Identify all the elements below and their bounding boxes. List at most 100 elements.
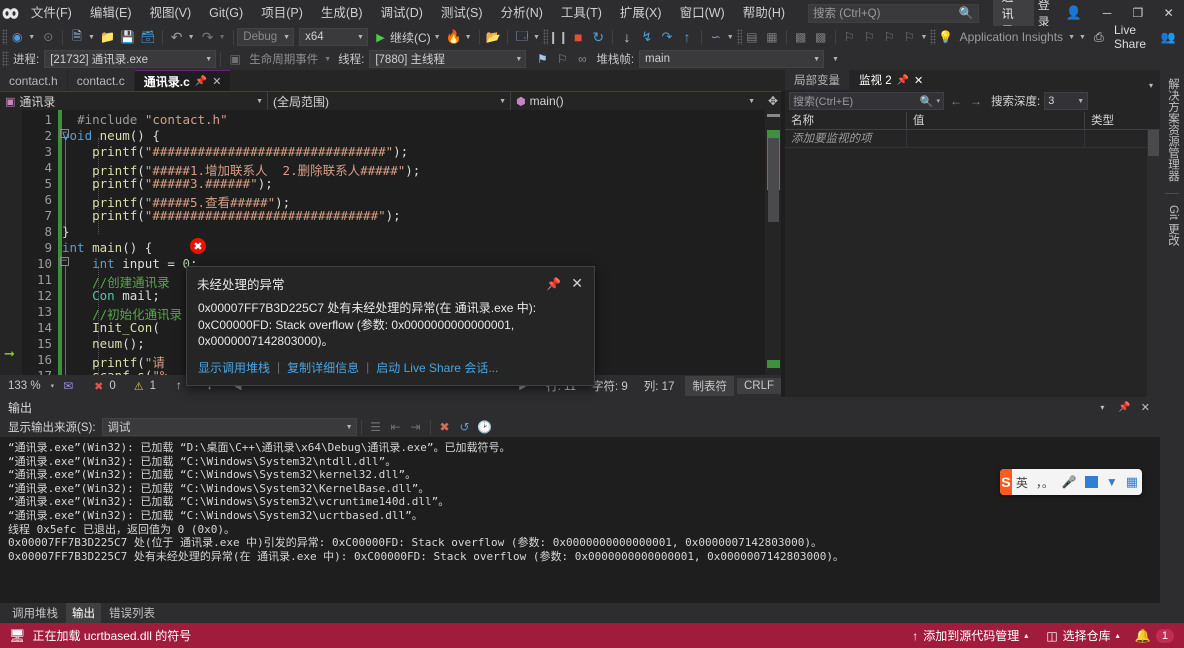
column-header-value[interactable]: 值 [907,111,1085,130]
hot-reload-icon[interactable]: 🔥 [444,27,464,47]
live-share-label[interactable]: Live Share [1109,23,1146,51]
watch-vertical-scrollbar[interactable] [1147,130,1160,397]
redo-icon[interactable]: ↷ [198,27,218,47]
ime-toolbar[interactable]: S 英 ，。 🎤 ▼ ▦ [1000,469,1142,495]
line-ending-mode[interactable]: CRLF [736,378,781,394]
breakpoints-window-icon[interactable]: ▩ [811,27,831,47]
continue-caret-icon[interactable]: ▼ [433,34,444,41]
navigate-forward-icon[interactable]: ⊙ [38,27,58,47]
navigate-back-icon[interactable]: ◉ [7,27,27,47]
parallel-stacks-icon[interactable]: ▦ [762,27,782,47]
stop-icon[interactable]: ■ [568,27,588,47]
previous-issue-button[interactable]: ↑ [176,380,182,392]
table-row[interactable]: 添加要监视的项 [785,129,1160,148]
bookmark-icon[interactable]: ⚐ [839,27,859,47]
code-line[interactable]: int main() { [62,240,152,255]
step-over-icon[interactable]: ↯ [637,27,657,47]
close-icon[interactable]: ✕ [212,75,221,88]
configuration-combo[interactable]: Debug ▼ [237,28,295,46]
save-all-icon[interactable]: 🗃 [138,27,158,47]
output-source-combo[interactable]: 调试 ▼ [101,418,357,436]
notifications-button[interactable]: 🔔 1 [1129,623,1180,648]
attach-process-icon[interactable]: 📂 [483,27,503,47]
tab-locals[interactable]: 局部变量 [785,70,849,90]
step-out-icon[interactable]: ↷ [657,27,677,47]
lightbulb-icon[interactable]: 💡 [936,27,956,47]
toolbox-icon[interactable]: ▼ [1102,475,1122,489]
feedback-icon[interactable]: ✉ [58,376,78,396]
clear-all-icon[interactable]: ✖ [435,417,455,437]
platform-combo[interactable]: x64 ▼ [299,28,368,46]
stackframe-combo[interactable]: main ▼ [639,50,825,68]
watch-search-input[interactable]: 搜索(Ctrl+E) 🔍 ▾ [789,92,944,110]
close-icon[interactable]: ✕ [1137,401,1154,414]
toolbar-grip[interactable] [2,29,8,45]
collapse-icon[interactable]: ⇤ [386,417,406,437]
pin-icon[interactable]: 📌 [539,277,568,291]
toolbar-grip[interactable] [736,29,742,45]
tab-tongxunlu-c[interactable]: 通讯录.c 📌 ✕ [134,70,231,91]
select-repository-button[interactable]: ◫ 选择仓库 ▴ [1037,623,1128,648]
output-log[interactable]: “通讯录.exe”(Win32): 已加载 “D:\桌面\C++\通讯录\x64… [0,437,1160,600]
toolbar-overflow-icon[interactable]: ▼ [824,56,842,63]
window-layout-icon[interactable]: 🗔 [512,27,532,47]
find-message-icon[interactable]: ☰ [366,417,386,437]
bookmark-next-icon[interactable]: ⚐ [859,27,879,47]
exception-badge-icon[interactable]: ✖ [190,238,206,254]
new-project-caret-icon[interactable]: ▼ [87,34,98,41]
code-line[interactable]: printf("#####3.######"); [62,176,273,191]
chevron-down-icon[interactable]: ▾ [1092,403,1112,412]
start-live-share-link[interactable]: 启动 Live Share 会话... [376,359,498,376]
flag-icon[interactable]: ⚑ [532,49,552,69]
sidebar-item-git-changes[interactable]: Git 更改 [1160,197,1184,254]
pin-icon[interactable]: 📌 [195,76,207,87]
bookmark-clear-icon[interactable]: ⚐ [899,27,919,47]
tab-watch-2[interactable]: 监视 2 📌 ✕ [850,70,933,90]
menu-build[interactable]: 生成(B) [312,0,372,26]
process-combo[interactable]: [21732] 通讯录.exe ▼ [44,50,217,68]
tab-contact-h[interactable]: contact.h [0,70,67,91]
account-icon[interactable]: 👤 [1064,5,1092,21]
search-previous-icon[interactable]: ← [948,94,964,108]
new-project-icon[interactable]: 🗎 [67,27,87,47]
toolbar-grip[interactable] [542,29,549,45]
diagnostics-caret-icon[interactable]: ▼ [726,34,737,41]
application-insights-caret-icon[interactable]: ▼ [1067,34,1078,41]
project-dropdown[interactable]: ▣ 通讯录 ▼ [0,91,268,111]
editor-indicator-margin[interactable]: ➞ [0,110,22,375]
redo-caret-icon[interactable]: ▼ [218,34,229,41]
chevron-down-icon[interactable]: ▾ [933,97,940,105]
code-line[interactable]: void neum() { [62,128,160,143]
menu-tools[interactable]: 工具(T) [552,0,611,26]
mic-icon[interactable]: 🎤 [1058,475,1081,489]
tab-call-stack[interactable]: 调用堆栈 [6,603,64,623]
close-icon[interactable]: ✕ [914,74,923,87]
code-line[interactable]: scanf_s("% [62,368,167,375]
split-view-icon[interactable]: ✥ [768,94,778,108]
undo-icon[interactable]: ↶ [167,27,187,47]
close-icon[interactable]: ✕ [568,275,586,292]
window-layout-caret-icon[interactable]: ▼ [532,34,543,41]
scope-dropdown[interactable]: (全局范围) ▼ [268,91,511,111]
continue-button[interactable]: 继续(C) [388,29,433,46]
menu-analyze[interactable]: 分析(N) [492,0,552,26]
link-icon[interactable]: ∞ [572,49,592,69]
thread-combo[interactable]: [7880] 主线程 ▼ [369,50,527,68]
editor-vertical-scrollbar[interactable] [765,110,781,375]
menu-test[interactable]: 测试(S) [432,0,492,26]
pin-icon[interactable]: 📌 [1112,402,1136,413]
word-wrap-icon[interactable]: ↺ [455,417,475,437]
menu-view[interactable]: 视图(V) [140,0,200,26]
show-call-stack-link[interactable]: 显示调用堆栈 [198,359,270,376]
code-line[interactable]: Con mail; [62,288,160,303]
search-depth-combo[interactable]: 3 ▼ [1044,92,1089,110]
scrollbar-thumb[interactable] [1148,130,1159,156]
code-line[interactable]: #include "contact.h" [62,112,228,127]
open-file-icon[interactable]: 📁 [98,27,118,47]
scrollbar-thumb[interactable] [768,138,779,222]
menu-extensions[interactable]: 扩展(X) [611,0,671,26]
play-icon[interactable]: ▶ [368,27,388,47]
code-line[interactable]: Init_Con( [62,320,160,335]
step-into-icon[interactable]: ↓ [617,27,637,47]
member-dropdown[interactable]: ⬢ main() ▼ [511,91,759,111]
